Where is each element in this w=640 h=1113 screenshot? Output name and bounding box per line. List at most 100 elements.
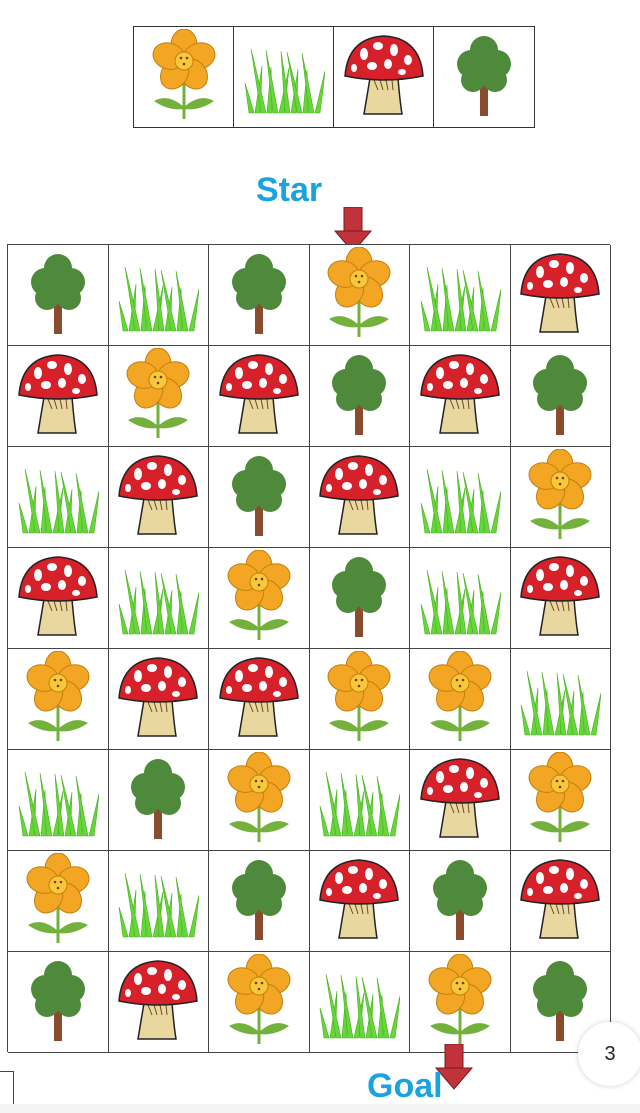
maze-cell-tree[interactable] (108, 750, 209, 851)
maze-cell-flower[interactable] (108, 346, 209, 447)
tree-icon (425, 856, 495, 947)
mushroom-icon (16, 553, 100, 644)
mushroom-icon (16, 351, 100, 442)
maze-cell-grass[interactable] (8, 447, 109, 548)
grass-icon (519, 655, 602, 744)
maze-cell-tree[interactable] (309, 548, 410, 649)
flower-icon (219, 751, 299, 849)
flower-icon (420, 953, 500, 1051)
maze-cell-grass[interactable] (410, 548, 511, 649)
maze-cell-tree[interactable] (209, 245, 310, 346)
mushroom-icon (418, 351, 502, 442)
flower-icon (144, 28, 224, 126)
flower-icon (18, 852, 98, 950)
mushroom-icon (518, 553, 602, 644)
maze-cell-flower[interactable] (510, 447, 611, 548)
maze-cell-flower[interactable] (8, 649, 109, 750)
maze-cell-mushroom[interactable] (209, 649, 310, 750)
maze-cell-flower[interactable] (410, 649, 511, 750)
maze-cell-mushroom[interactable] (510, 548, 611, 649)
maze-cell-mushroom[interactable] (108, 952, 209, 1053)
grass-icon (419, 453, 502, 542)
grass-icon (419, 554, 502, 643)
bottom-bar (0, 1104, 640, 1113)
maze-cell-mushroom[interactable] (309, 851, 410, 952)
mushroom-icon (518, 250, 602, 341)
tree-icon (525, 351, 595, 442)
maze-cell-mushroom[interactable] (8, 346, 109, 447)
mushroom-icon (418, 755, 502, 846)
grass-icon (117, 857, 200, 946)
key-cell-mushroom (334, 27, 434, 127)
maze-cell-tree[interactable] (8, 245, 109, 346)
maze-grid (7, 244, 611, 1053)
maze-cell-mushroom[interactable] (410, 750, 511, 851)
maze-cell-tree[interactable] (309, 346, 410, 447)
maze-cell-grass[interactable] (8, 750, 109, 851)
maze-cell-grass[interactable] (108, 548, 209, 649)
goal-label: Goal (367, 1067, 443, 1105)
maze-cell-grass[interactable] (410, 447, 511, 548)
grass-icon (117, 554, 200, 643)
tree-icon (324, 351, 394, 442)
flower-icon (420, 650, 500, 748)
flower-icon (319, 246, 399, 344)
mushroom-icon (317, 856, 401, 947)
maze-cell-mushroom[interactable] (8, 548, 109, 649)
grass-icon (243, 33, 325, 122)
page-number-badge[interactable]: 3 (578, 1022, 640, 1086)
maze-cell-mushroom[interactable] (309, 447, 410, 548)
tree-icon (123, 755, 193, 846)
mushroom-icon (116, 452, 200, 543)
maze-cell-tree[interactable] (510, 346, 611, 447)
mushroom-icon (116, 654, 200, 745)
mushroom-icon (342, 32, 426, 123)
symbol-key (133, 26, 535, 128)
mushroom-icon (518, 856, 602, 947)
tree-icon (224, 250, 294, 341)
mushroom-icon (217, 351, 301, 442)
grass-icon (318, 756, 401, 845)
start-label: Star (256, 171, 323, 209)
tree-icon (224, 856, 294, 947)
key-cell-grass (234, 27, 334, 127)
maze-cell-mushroom[interactable] (510, 851, 611, 952)
maze-cell-mushroom[interactable] (410, 346, 511, 447)
maze-cell-grass[interactable] (510, 649, 611, 750)
maze-cell-tree[interactable] (209, 851, 310, 952)
maze-cell-grass[interactable] (108, 851, 209, 952)
maze-cell-tree[interactable] (410, 851, 511, 952)
maze-cell-grass[interactable] (108, 245, 209, 346)
flower-icon (219, 953, 299, 1051)
maze-cell-flower[interactable] (8, 851, 109, 952)
tree-icon (23, 250, 93, 341)
maze-cell-mushroom[interactable] (108, 447, 209, 548)
maze-cell-flower[interactable] (410, 952, 511, 1053)
grass-icon (419, 251, 502, 340)
maze-cell-flower[interactable] (309, 245, 410, 346)
maze-cell-mushroom[interactable] (510, 245, 611, 346)
grass-icon (17, 756, 100, 845)
maze-cell-flower[interactable] (209, 750, 310, 851)
mushroom-icon (217, 654, 301, 745)
maze-cell-grass[interactable] (309, 952, 410, 1053)
maze-cell-grass[interactable] (309, 750, 410, 851)
grass-icon (117, 251, 200, 340)
maze-cell-flower[interactable] (309, 649, 410, 750)
flower-icon (319, 650, 399, 748)
maze-cell-mushroom[interactable] (209, 346, 310, 447)
maze-cell-flower[interactable] (209, 548, 310, 649)
flower-icon (520, 751, 600, 849)
maze-cell-flower[interactable] (510, 750, 611, 851)
mushroom-icon (116, 957, 200, 1048)
maze-cell-mushroom[interactable] (108, 649, 209, 750)
flower-icon (219, 549, 299, 647)
maze-cell-tree[interactable] (209, 447, 310, 548)
maze-cell-grass[interactable] (410, 245, 511, 346)
maze-cell-flower[interactable] (209, 952, 310, 1053)
flower-icon (118, 347, 198, 445)
flower-icon (520, 448, 600, 546)
maze-cell-tree[interactable] (8, 952, 109, 1053)
tree-icon (23, 957, 93, 1048)
grass-icon (17, 453, 100, 542)
